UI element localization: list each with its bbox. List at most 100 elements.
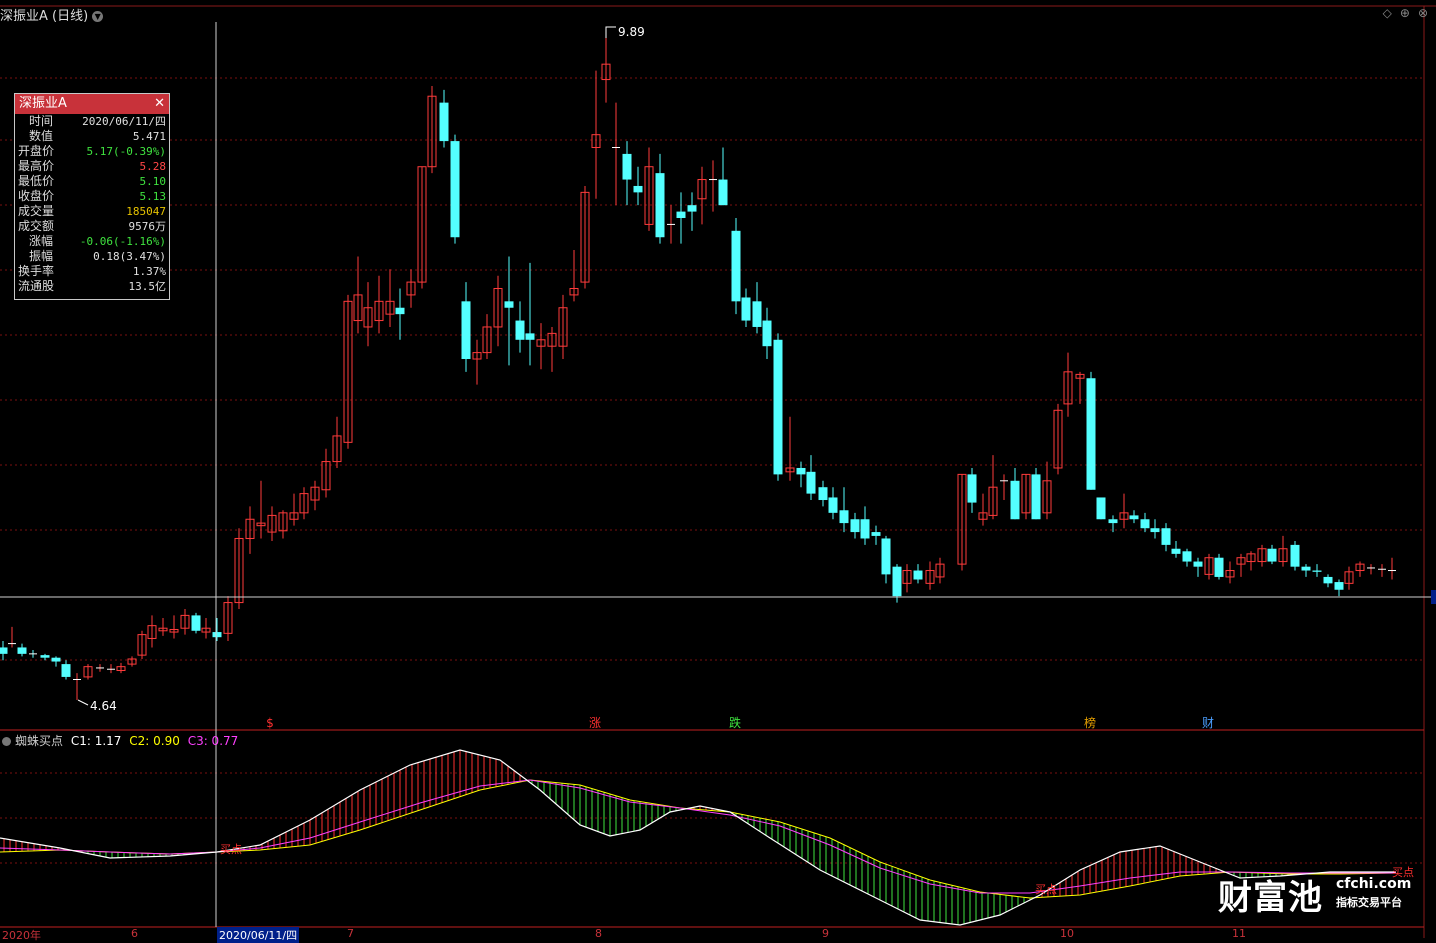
event-marker: 财 <box>1202 716 1214 730</box>
candle-body-down <box>1150 528 1160 533</box>
candle-body-down <box>762 320 772 347</box>
x-axis-label: 8 <box>595 927 602 940</box>
tooltip-row-label: 时间 <box>29 114 54 128</box>
candle-body-down <box>1096 497 1106 520</box>
candle-body-down <box>1161 528 1171 545</box>
x-axis-label: 6 <box>131 927 138 940</box>
x-axis-label: 11 <box>1232 927 1246 940</box>
tooltip-row-label: 成交额 <box>18 219 55 233</box>
tooltip-row-label: 换手率 <box>18 264 55 278</box>
tooltip-row-value: 1.37% <box>132 265 166 278</box>
tooltip-row: 涨幅 -0.06(-1.16%) <box>15 234 169 249</box>
candle-body-down <box>731 230 741 302</box>
candle-body-down <box>687 205 697 212</box>
candle-body-down <box>515 320 525 340</box>
stock-info-tooltip: 深振业A ✕ 时间 2020/06/11/四 数值 5.471 开盘价 5.17(-0.3… <box>14 93 170 300</box>
tooltip-stock-name: 深振业A <box>19 96 67 111</box>
candle-body-down <box>51 657 61 662</box>
tooltip-row-value: 0.18(3.47%) <box>93 250 166 263</box>
candle-body-down <box>818 487 828 501</box>
candle-body-down <box>525 333 535 340</box>
candle-body-down <box>741 297 751 321</box>
candle-body-down <box>40 655 50 658</box>
candle-body-down <box>860 519 870 539</box>
close-icon[interactable]: ⊗ <box>1418 6 1428 20</box>
tooltip-row-label: 最高价 <box>18 159 55 173</box>
buy-point-label: 买点 <box>1035 883 1057 896</box>
tooltip-row-value: 5.28 <box>139 160 167 173</box>
candle-body-down <box>622 153 632 180</box>
diamond-icon[interactable]: ◇ <box>1383 6 1392 20</box>
indicator-header: 蜘蛛买点 C1: 1.17 C2: 0.90 C3: 0.77 <box>0 732 238 749</box>
candle-body-down <box>61 664 71 677</box>
high-price-label: 9.89 <box>618 25 645 39</box>
crosshair-price-tag <box>1431 590 1436 604</box>
indicator-menu-icon[interactable] <box>2 737 11 746</box>
tooltip-row: 振幅 0.18(3.47%) <box>15 249 169 264</box>
candle-body-down <box>828 497 838 513</box>
candle-body-down <box>676 211 686 219</box>
tooltip-row-label: 最低价 <box>18 174 55 188</box>
candle-body-down <box>1290 544 1300 567</box>
candle-body-down <box>1301 566 1311 571</box>
candle-body-down <box>1010 480 1020 520</box>
candle-body-down <box>1214 557 1224 577</box>
zoom-icon[interactable]: ⊕ <box>1400 6 1410 20</box>
x-axis-label: 2020/06/11/四 <box>217 927 300 943</box>
candle-body-down <box>655 173 665 238</box>
tooltip-row: 最高价 5.28 <box>15 159 169 174</box>
tooltip-row-label: 数值 <box>29 129 54 143</box>
watermark-logo: 财富池 cfchi.com 指标交易平台 <box>1218 870 1411 919</box>
event-marker: $ <box>266 716 274 730</box>
chevron-down-icon[interactable]: ▼ <box>92 11 104 22</box>
tooltip-row-label: 成交量 <box>18 204 55 218</box>
candle-body-down <box>1031 474 1041 520</box>
x-axis-label: 7 <box>347 927 354 940</box>
candle-body-down <box>1182 551 1192 562</box>
tooltip-row: 成交量 185047 <box>15 204 169 219</box>
candle-body-down <box>1312 570 1322 572</box>
tooltip-row: 最低价 5.10 <box>15 174 169 189</box>
tooltip-row: 时间 2020/06/11/四 <box>15 114 169 129</box>
candle-body-down <box>1323 576 1333 584</box>
candle-body-down <box>395 307 405 315</box>
indicator-name: 蜘蛛买点 <box>15 734 64 748</box>
tooltip-row-label: 振幅 <box>29 249 54 263</box>
candle-body-down <box>967 474 977 503</box>
candle-body-down <box>718 179 728 206</box>
toolbar-icons: ◇ ⊕ ⊗ <box>1375 6 1428 20</box>
candle-body-down <box>752 301 762 327</box>
candle-body-down <box>892 566 902 597</box>
candle-body-down <box>1267 548 1277 562</box>
tooltip-row: 收盘价 5.13 <box>15 189 169 204</box>
low-marker-line <box>77 699 89 706</box>
tooltip-row: 开盘价 5.17(-0.39%) <box>15 144 169 159</box>
candle-body-down <box>0 647 8 654</box>
indicator-line-c2 <box>0 779 1397 899</box>
candle-body-down <box>191 615 201 631</box>
tooltip-row-value: 13.5亿 <box>128 280 167 293</box>
low-price-label: 4.64 <box>90 699 117 713</box>
tooltip-row-label: 收盘价 <box>18 189 55 203</box>
kline-chart-canvas[interactable]: 9.894.64$ 涨跌榜财买点买点买点 <box>0 0 1436 938</box>
watermark-brand: 财富池 <box>1218 878 1323 918</box>
buy-point-label: 买点 <box>220 843 242 856</box>
tooltip-title: 深振业A ✕ <box>15 94 169 114</box>
candle-body-down <box>1108 519 1118 524</box>
candle-body-down <box>839 510 849 524</box>
tooltip-row-value: 5.13 <box>139 190 167 203</box>
candle-body-down <box>1171 548 1181 554</box>
candle-body-down <box>796 467 806 475</box>
tooltip-row-value: 2020/06/11/四 <box>82 115 166 128</box>
chart-stage[interactable]: 9.89 4.64 $ 涨跌榜财买点 买点 买点 <box>0 0 1436 938</box>
candle-body-down <box>881 538 891 575</box>
candle-body-down <box>633 185 643 193</box>
tooltip-row-label: 开盘价 <box>18 144 55 158</box>
candle-body-down <box>504 301 514 308</box>
event-marker: 跌 <box>729 715 741 730</box>
window-title: 深振业A (日线) <box>0 9 89 24</box>
x-axis-label: 2020年 <box>2 929 41 942</box>
tooltip-row-value: 185047 <box>126 205 166 218</box>
event-marker: 榜 <box>1084 715 1096 730</box>
close-icon[interactable]: ✕ <box>154 94 165 114</box>
